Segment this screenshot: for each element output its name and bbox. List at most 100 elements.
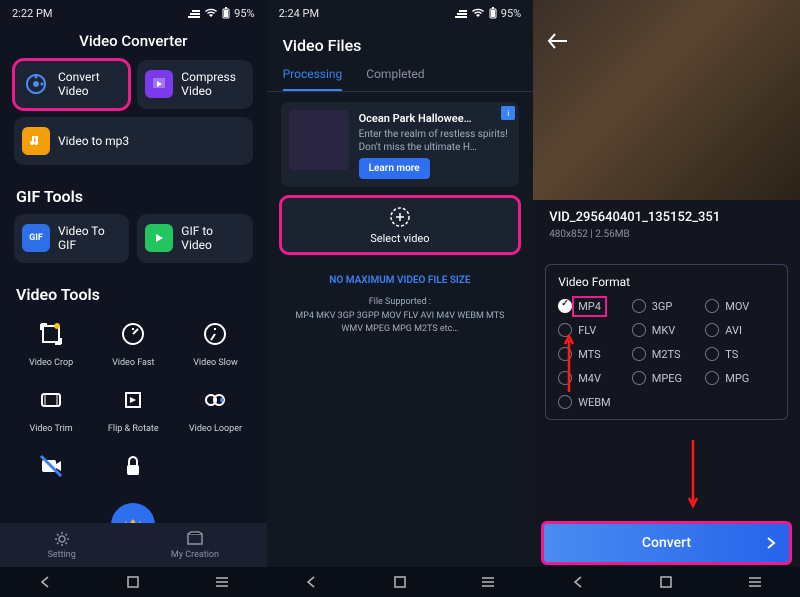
format-ts[interactable]: TS bbox=[705, 347, 775, 361]
page-title: Video Files bbox=[267, 26, 534, 57]
supported-list: MP4 MKV 3GP 3GPP MOV FLV AVI M4V WEBM MT… bbox=[267, 310, 534, 337]
tool-video-slow[interactable]: Video Slow bbox=[174, 312, 256, 372]
home-icon[interactable] bbox=[660, 576, 672, 588]
tool-extra1[interactable] bbox=[10, 444, 92, 488]
screen-files: 2:24 PM 95% Video Files Processing Compl… bbox=[267, 0, 534, 597]
radio-icon bbox=[705, 371, 719, 385]
add-icon bbox=[389, 206, 411, 228]
gif-icon: GIF bbox=[22, 224, 50, 252]
flip-icon bbox=[115, 382, 151, 418]
format-m2ts[interactable]: M2TS bbox=[632, 347, 702, 361]
tile-label: Video to mp3 bbox=[58, 134, 129, 148]
format-avi[interactable]: AVI bbox=[705, 323, 775, 337]
format-mkv[interactable]: MKV bbox=[632, 323, 702, 337]
ad-text: Ocean Park Hallowee… Enter the realm of … bbox=[359, 110, 512, 179]
ad-card[interactable]: Ocean Park Hallowee… Enter the realm of … bbox=[281, 102, 520, 187]
tool-video-looper[interactable]: Video Looper bbox=[174, 378, 256, 438]
back-arrow-icon[interactable] bbox=[547, 32, 569, 50]
video-tools-grid: Video Crop Video Fast Video Slow Video T… bbox=[0, 312, 267, 488]
radio-icon bbox=[558, 395, 572, 409]
radio-icon bbox=[705, 323, 719, 337]
status-time: 2:24 PM bbox=[279, 7, 319, 20]
lock-icon bbox=[115, 448, 151, 484]
camera-off-icon bbox=[33, 448, 69, 484]
format-mov[interactable]: MOV bbox=[705, 299, 775, 313]
system-nav bbox=[267, 567, 534, 597]
select-video-label: Select video bbox=[370, 232, 429, 245]
video-name: VID_295640401_135152_351 bbox=[549, 210, 784, 225]
back-icon[interactable] bbox=[571, 575, 585, 589]
radio-checked-icon bbox=[558, 299, 572, 313]
screen-convert: VID_295640401_135152_351 480x852 | 2.56M… bbox=[533, 0, 800, 597]
status-battery: 95% bbox=[501, 7, 521, 20]
tool-video-crop[interactable]: Video Crop bbox=[10, 312, 92, 372]
back-icon[interactable] bbox=[38, 575, 52, 589]
tab-processing[interactable]: Processing bbox=[283, 59, 343, 91]
fast-icon bbox=[115, 316, 151, 352]
radio-icon bbox=[705, 347, 719, 361]
video-icon bbox=[145, 224, 173, 252]
format-mpg[interactable]: MPG bbox=[705, 371, 775, 385]
annotation-arrow bbox=[687, 440, 699, 510]
tool-video-fast[interactable]: Video Fast bbox=[92, 312, 174, 372]
convert-icon bbox=[22, 70, 50, 98]
home-icon[interactable] bbox=[394, 576, 406, 588]
video-to-mp3-tile[interactable]: Video to mp3 bbox=[14, 117, 253, 165]
compress-icon bbox=[145, 70, 173, 98]
trim-icon bbox=[33, 382, 69, 418]
recent-icon[interactable] bbox=[215, 576, 229, 588]
tool-flip-rotate[interactable]: Flip & Rotate bbox=[92, 378, 174, 438]
app-title: Video Converter bbox=[0, 26, 267, 60]
tab-completed[interactable]: Completed bbox=[366, 59, 424, 91]
format-webm[interactable]: WEBM bbox=[558, 395, 628, 409]
recent-icon[interactable] bbox=[748, 576, 762, 588]
ad-learn-more[interactable]: Learn more bbox=[359, 158, 430, 179]
video-meta: VID_295640401_135152_351 480x852 | 2.56M… bbox=[533, 200, 800, 250]
radio-icon bbox=[632, 323, 646, 337]
screen-home: 2:22 PM 95% Video Converter Convert Vide… bbox=[0, 0, 267, 597]
system-nav bbox=[533, 567, 800, 597]
convert-video-tile[interactable]: Convert Video bbox=[14, 60, 129, 109]
slow-icon bbox=[197, 316, 233, 352]
video-tools-header: Video Tools bbox=[0, 271, 267, 312]
crop-icon bbox=[33, 316, 69, 352]
convert-button[interactable]: Convert bbox=[543, 523, 790, 563]
nav-setting[interactable]: Setting bbox=[48, 530, 76, 560]
status-battery: 95% bbox=[234, 7, 254, 20]
tile-label: Video To GIF bbox=[58, 224, 121, 253]
tile-label: Compress Video bbox=[181, 70, 244, 99]
radio-icon bbox=[632, 299, 646, 313]
tile-label: GIF to Video bbox=[181, 224, 244, 253]
tool-video-trim[interactable]: Video Trim bbox=[10, 378, 92, 438]
no-max-text: NO MAXIMUM VIDEO FILE SIZE bbox=[267, 261, 534, 296]
back-icon[interactable] bbox=[304, 575, 318, 589]
video-sub: 480x852 | 2.56MB bbox=[549, 229, 784, 240]
video-preview[interactable] bbox=[533, 0, 800, 200]
format-mp4[interactable]: MP4 bbox=[558, 299, 628, 313]
ad-desc: Enter the realm of restless spirits! Don… bbox=[359, 128, 512, 154]
recent-icon[interactable] bbox=[481, 576, 495, 588]
format-mpeg[interactable]: MPEG bbox=[632, 371, 702, 385]
nav-creation[interactable]: My Creation bbox=[171, 530, 219, 560]
gif-to-video-tile[interactable]: GIF to Video bbox=[137, 214, 252, 263]
status-right: 95% bbox=[188, 7, 254, 20]
tool-extra2[interactable] bbox=[92, 444, 174, 488]
tabs: Processing Completed bbox=[267, 57, 534, 92]
video-format-box: Video Format MP4 3GP MOV FLV MKV AVI MTS… bbox=[545, 264, 788, 420]
radio-icon bbox=[632, 371, 646, 385]
gif-tools-header: GIF Tools bbox=[0, 173, 267, 214]
radio-icon bbox=[632, 347, 646, 361]
select-video-button[interactable]: Select video bbox=[281, 197, 520, 253]
format-3gp[interactable]: 3GP bbox=[632, 299, 702, 313]
ad-image bbox=[289, 110, 349, 170]
home-icon[interactable] bbox=[127, 576, 139, 588]
format-grid: MP4 3GP MOV FLV MKV AVI MTS M2TS TS M4V … bbox=[558, 299, 775, 409]
radio-icon bbox=[705, 299, 719, 313]
ad-title: Ocean Park Hallowee… bbox=[359, 112, 512, 126]
compress-video-tile[interactable]: Compress Video bbox=[137, 60, 252, 109]
status-bar: 2:22 PM 95% bbox=[0, 0, 267, 26]
ad-badge-icon[interactable]: i bbox=[501, 106, 515, 120]
status-right: 95% bbox=[455, 7, 521, 20]
tile-label: Convert Video bbox=[58, 70, 121, 99]
video-to-gif-tile[interactable]: GIF Video To GIF bbox=[14, 214, 129, 263]
